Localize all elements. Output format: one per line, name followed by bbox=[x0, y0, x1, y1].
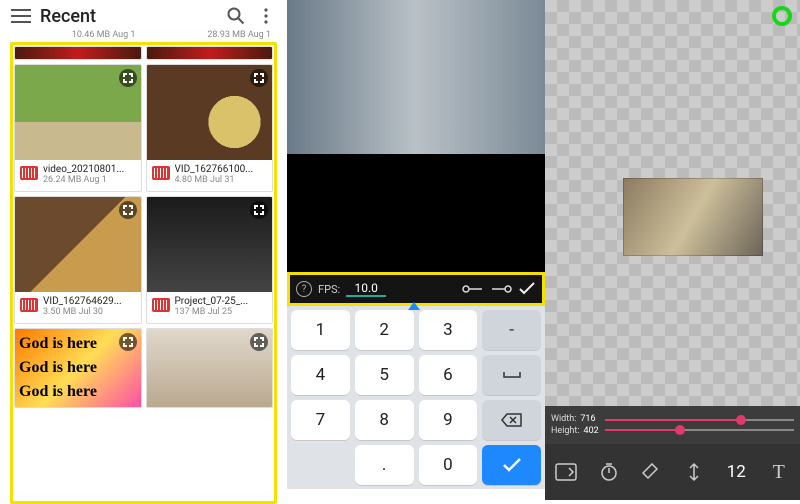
file-grid-highlight: video_20210801...26.24 MB Aug 1 VID_1627… bbox=[10, 42, 277, 504]
width-label: Width: bbox=[551, 413, 576, 425]
fps-label: FPS: bbox=[318, 283, 340, 296]
preview-letterbox bbox=[287, 154, 545, 272]
key-dot[interactable]: . bbox=[355, 445, 414, 485]
dimensions-bar: Width: 716 Height: 402 bbox=[545, 406, 800, 444]
file-thumbnail bbox=[147, 329, 273, 408]
expand-icon[interactable] bbox=[250, 69, 268, 87]
key-done[interactable] bbox=[482, 445, 541, 485]
video-file-icon bbox=[152, 166, 170, 180]
highlight-ring-icon bbox=[772, 6, 792, 26]
key-5[interactable]: 5 bbox=[355, 355, 414, 395]
file-thumbnail bbox=[147, 65, 273, 160]
expand-icon[interactable] bbox=[250, 201, 268, 219]
page-title: Recent bbox=[40, 6, 217, 27]
input-cursor-indicator bbox=[408, 302, 420, 310]
key-8[interactable]: 8 bbox=[355, 400, 414, 440]
fps-editor-panel: ? FPS: 10.0 1 2 3 - 4 5 6 7 8 9 . 0 bbox=[287, 0, 545, 500]
expand-icon[interactable] bbox=[119, 201, 137, 219]
thumbnail-text: God is here bbox=[19, 359, 97, 377]
file-card[interactable]: VID_162766100...4.80 MB Jul 31 bbox=[146, 64, 274, 192]
move-tool-icon[interactable] bbox=[677, 455, 711, 489]
expand-icon[interactable] bbox=[119, 69, 137, 87]
file-name: VID_162766100... bbox=[175, 164, 268, 175]
width-slider[interactable] bbox=[605, 419, 794, 421]
file-card[interactable]: video_20210801...26.24 MB Aug 1 bbox=[14, 64, 142, 192]
timer-tool-icon[interactable] bbox=[592, 455, 626, 489]
fps-toolbar: ? FPS: 10.0 bbox=[287, 272, 545, 306]
dimension-readout: Width: 716 Height: 402 bbox=[551, 413, 599, 437]
video-file-icon bbox=[20, 166, 38, 180]
height-value: 402 bbox=[584, 425, 599, 437]
file-meta: 28.93 MB Aug 1 bbox=[146, 30, 278, 40]
help-icon[interactable]: ? bbox=[296, 281, 312, 297]
file-card[interactable] bbox=[146, 46, 274, 60]
keyframe-start-icon[interactable] bbox=[462, 284, 484, 294]
height-label: Height: bbox=[551, 425, 580, 437]
file-card[interactable] bbox=[14, 46, 142, 60]
hamburger-menu-icon[interactable] bbox=[10, 5, 32, 27]
file-card[interactable] bbox=[146, 328, 274, 408]
video-file-icon bbox=[152, 298, 170, 312]
file-card[interactable]: VID_162764629...3.50 MB Jul 30 bbox=[14, 196, 142, 324]
aspect-tool-icon[interactable] bbox=[549, 455, 583, 489]
key-backspace[interactable] bbox=[482, 400, 541, 440]
file-card[interactable]: Project_07-25_...137 MB Jul 25 bbox=[146, 196, 274, 324]
fps-input[interactable]: 10.0 bbox=[346, 281, 386, 297]
file-card[interactable]: God is here God is here God is here bbox=[14, 328, 142, 408]
expand-icon[interactable] bbox=[250, 333, 268, 351]
file-grid: video_20210801...26.24 MB Aug 1 VID_1627… bbox=[14, 46, 273, 408]
key-4[interactable]: 4 bbox=[291, 355, 350, 395]
file-thumbnail bbox=[147, 197, 273, 292]
file-name: VID_162764629... bbox=[43, 296, 136, 307]
key-minus[interactable]: - bbox=[482, 310, 541, 350]
overflow-menu-icon[interactable] bbox=[255, 5, 277, 27]
key-6[interactable]: 6 bbox=[419, 355, 478, 395]
file-manager-panel: Recent 10.46 MB Aug 1 28.93 MB Aug 1 bbox=[0, 0, 287, 500]
key-1[interactable]: 1 bbox=[291, 310, 350, 350]
key-0[interactable]: 0 bbox=[419, 445, 478, 485]
key-space[interactable] bbox=[482, 355, 541, 395]
file-meta: 26.24 MB Aug 1 bbox=[43, 175, 136, 185]
key-7[interactable]: 7 bbox=[291, 400, 350, 440]
keyframe-end-icon[interactable] bbox=[490, 284, 512, 294]
file-thumbnail: God is here God is here God is here bbox=[15, 329, 141, 408]
width-value: 716 bbox=[580, 413, 595, 425]
video-preview bbox=[287, 0, 545, 154]
file-meta: 4.80 MB Jul 31 bbox=[175, 175, 268, 185]
thumbnail-text: God is here bbox=[19, 335, 97, 353]
file-manager-toolbar: Recent bbox=[10, 0, 277, 28]
editor-toolbar: 12 T bbox=[545, 444, 800, 500]
numeric-keypad: 1 2 3 - 4 5 6 7 8 9 . 0 bbox=[287, 306, 545, 489]
height-slider[interactable] bbox=[605, 429, 794, 431]
file-thumbnail bbox=[15, 65, 141, 160]
thumbnail-text: God is here bbox=[19, 383, 97, 401]
text-tool-icon[interactable]: T bbox=[762, 455, 796, 489]
video-file-icon bbox=[20, 298, 38, 312]
key-9[interactable]: 9 bbox=[419, 400, 478, 440]
confirm-icon[interactable] bbox=[518, 282, 536, 296]
zoom-value[interactable]: 12 bbox=[719, 455, 753, 489]
key-2[interactable]: 2 bbox=[355, 310, 414, 350]
file-name: Project_07-25_... bbox=[175, 296, 268, 307]
file-name: video_20210801... bbox=[43, 164, 136, 175]
image-editor-panel: Width: 716 Height: 402 12 T bbox=[545, 0, 800, 500]
canvas-layer[interactable] bbox=[623, 178, 763, 256]
key-3[interactable]: 3 bbox=[419, 310, 478, 350]
file-meta: 3.50 MB Jul 30 bbox=[43, 307, 136, 317]
file-thumbnail bbox=[15, 197, 141, 292]
eraser-tool-icon[interactable] bbox=[634, 455, 668, 489]
key-blank bbox=[291, 445, 350, 485]
search-icon[interactable] bbox=[225, 5, 247, 27]
expand-icon[interactable] bbox=[119, 333, 137, 351]
file-meta: 137 MB Jul 25 bbox=[175, 307, 268, 317]
file-meta: 10.46 MB Aug 1 bbox=[10, 30, 142, 40]
